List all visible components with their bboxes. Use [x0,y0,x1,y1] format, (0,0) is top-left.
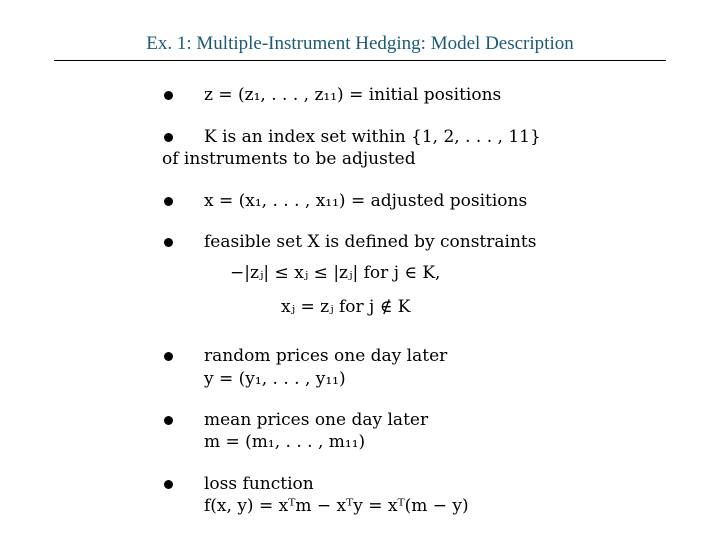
constraint-equation-1: −|zⱼ| ≤ xⱼ ≤ |zⱼ| for j ∈ K, [230,263,441,283]
bullet-7-text: loss function [204,474,314,494]
bullet-icon [164,133,173,142]
loss-function-formula: f(x, y) = xᵀm − xᵀy = xᵀ(m − y) [204,496,469,516]
bullet-4-text: feasible set X is defined by constraints [204,232,537,252]
bullet-icon [164,238,173,247]
bullet-2-text-cont: of instruments to be adjusted [162,149,416,169]
bullet-icon [164,480,173,489]
bullet-2-text: K is an index set within {1, 2, . . . , … [204,127,541,147]
bullet-icon [164,91,173,100]
bullet-6-text: mean prices one day later [204,410,429,430]
bullet-5-text: random prices one day later [204,346,448,366]
bullet-6-formula: m = (m₁, . . . , m₁₁) [204,432,366,452]
bullet-3-text: x = (x₁, . . . , x₁₁) = adjusted positio… [204,191,528,211]
title-divider [54,60,666,61]
bullet-icon [164,197,173,206]
bullet-icon [164,416,173,425]
slide-title: Ex. 1: Multiple-Instrument Hedging: Mode… [146,33,574,54]
bullet-icon [164,352,173,361]
bullet-1-text: z = (z₁, . . . , z₁₁) = initial position… [204,85,502,105]
constraint-equation-2: xⱼ = zⱼ for j ∉ K [281,297,411,317]
bullet-5-formula: y = (y₁, . . . , y₁₁) [204,369,346,389]
